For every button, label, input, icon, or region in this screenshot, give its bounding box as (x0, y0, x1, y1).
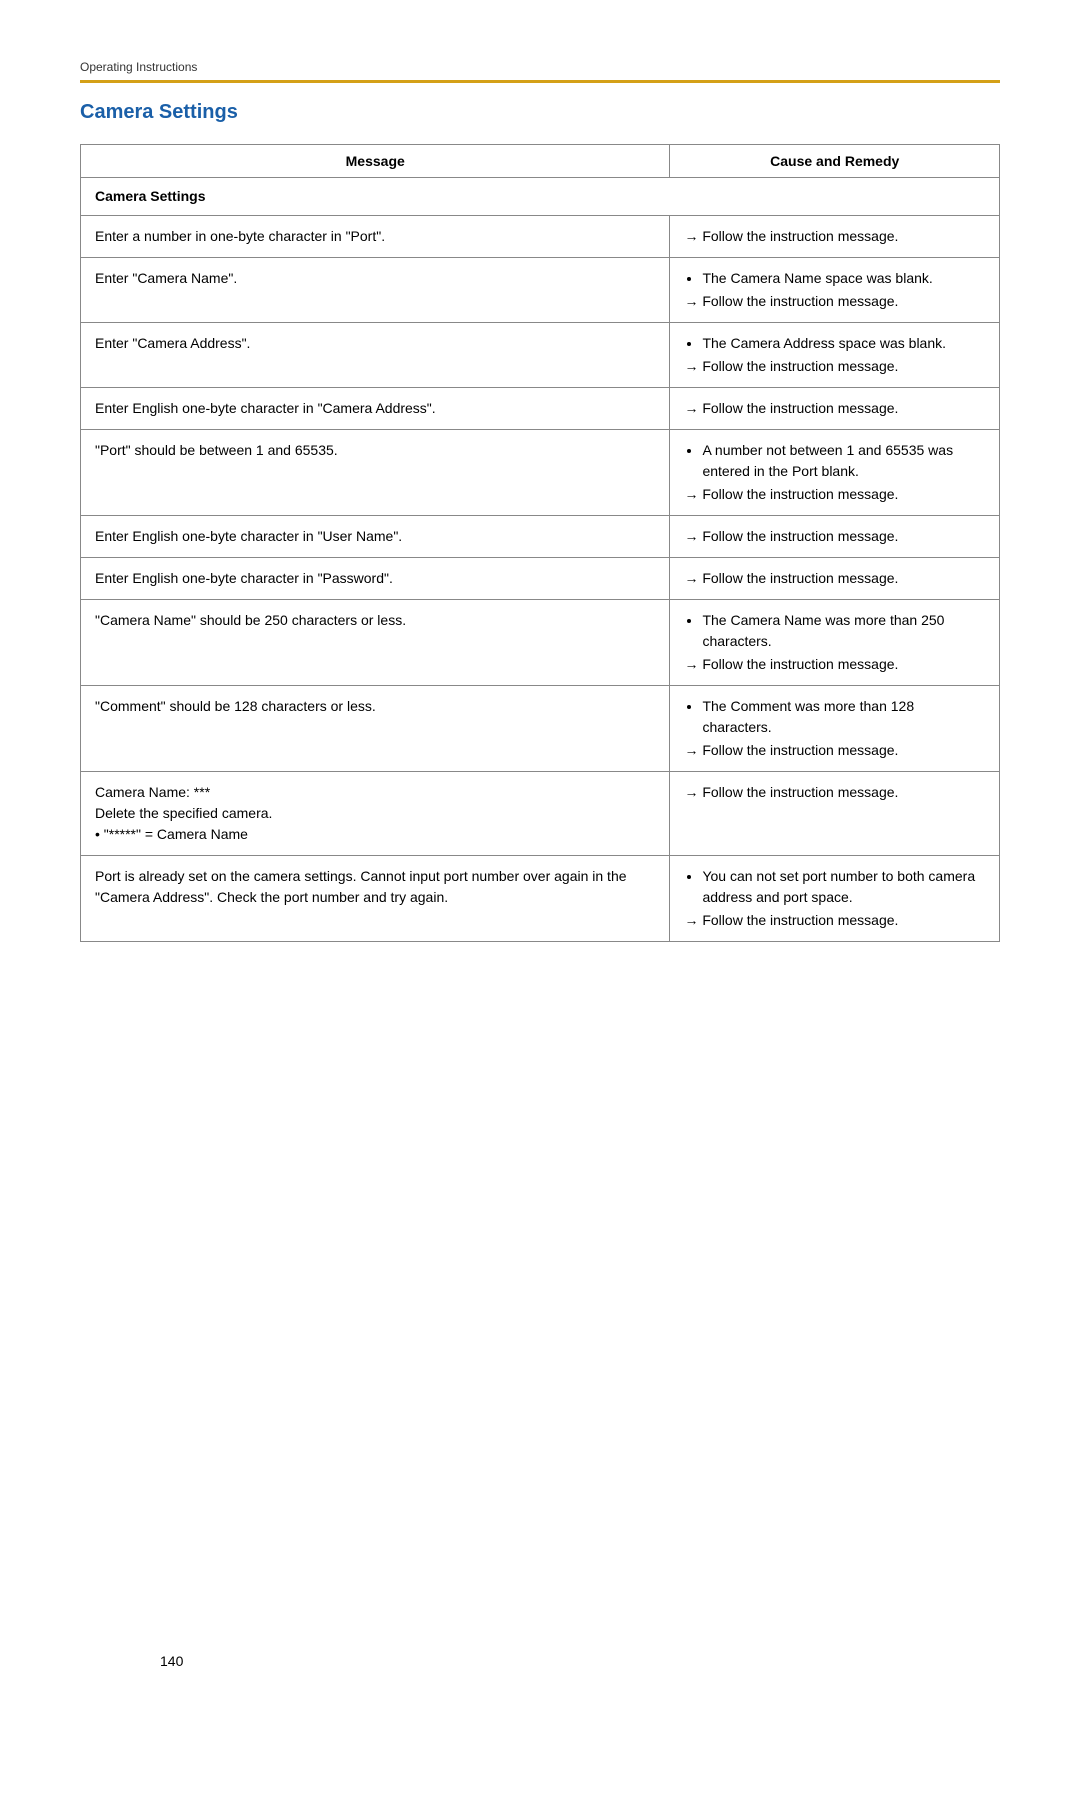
message-cell: Enter English one-byte character in "Use… (81, 516, 670, 558)
remedy-cell: The Camera Name was more than 250 charac… (670, 600, 1000, 686)
remedy-cell: The Comment was more than 128 characters… (670, 686, 1000, 772)
message-cell: Enter "Camera Address". (81, 323, 670, 388)
table-row: Camera Name: *** Delete the specified ca… (81, 772, 1000, 856)
message-cell: Enter English one-byte character in "Cam… (81, 388, 670, 430)
remedy-cell: You can not set port number to both came… (670, 856, 1000, 942)
section-header-row: Camera Settings (81, 178, 1000, 216)
remedy-cell: A number not between 1 and 65535 was ent… (670, 430, 1000, 516)
remedy-cell: The Camera Name space was blank. → Follo… (670, 258, 1000, 323)
camera-settings-table: Message Cause and Remedy Camera Settings… (80, 144, 1000, 942)
message-cell: "Camera Name" should be 250 characters o… (81, 600, 670, 686)
remedy-cell: → Follow the instruction message. (670, 216, 1000, 258)
gold-divider (80, 80, 1000, 83)
message-cell: Enter English one-byte character in "Pas… (81, 558, 670, 600)
table-row: "Camera Name" should be 250 characters o… (81, 600, 1000, 686)
table-row: Enter a number in one-byte character in … (81, 216, 1000, 258)
message-cell: Enter "Camera Name". (81, 258, 670, 323)
breadcrumb: Operating Instructions (80, 60, 1000, 74)
section-label: Camera Settings (81, 178, 1000, 216)
table-row: Enter English one-byte character in "Pas… (81, 558, 1000, 600)
table-row: Enter "Camera Address". The Camera Addre… (81, 323, 1000, 388)
table-row: Enter English one-byte character in "Cam… (81, 388, 1000, 430)
message-cell: Camera Name: *** Delete the specified ca… (81, 772, 670, 856)
remedy-cell: → Follow the instruction message. (670, 772, 1000, 856)
message-cell: "Comment" should be 128 characters or le… (81, 686, 670, 772)
col-message-header: Message (81, 145, 670, 178)
table-row: "Comment" should be 128 characters or le… (81, 686, 1000, 772)
table-row: "Port" should be between 1 and 65535. A … (81, 430, 1000, 516)
remedy-cell: The Camera Address space was blank. → Fo… (670, 323, 1000, 388)
table-row: Enter English one-byte character in "Use… (81, 516, 1000, 558)
message-cell: Enter a number in one-byte character in … (81, 216, 670, 258)
remedy-cell: → Follow the instruction message. (670, 516, 1000, 558)
message-cell: Port is already set on the camera settin… (81, 856, 670, 942)
page-title: Camera Settings (80, 101, 1000, 124)
message-cell: "Port" should be between 1 and 65535. (81, 430, 670, 516)
remedy-cell: → Follow the instruction message. (670, 388, 1000, 430)
remedy-cell: → Follow the instruction message. (670, 558, 1000, 600)
table-row: Enter "Camera Name". The Camera Name spa… (81, 258, 1000, 323)
table-row: Port is already set on the camera settin… (81, 856, 1000, 942)
page-number: 140 (160, 1653, 183, 1669)
col-remedy-header: Cause and Remedy (670, 145, 1000, 178)
